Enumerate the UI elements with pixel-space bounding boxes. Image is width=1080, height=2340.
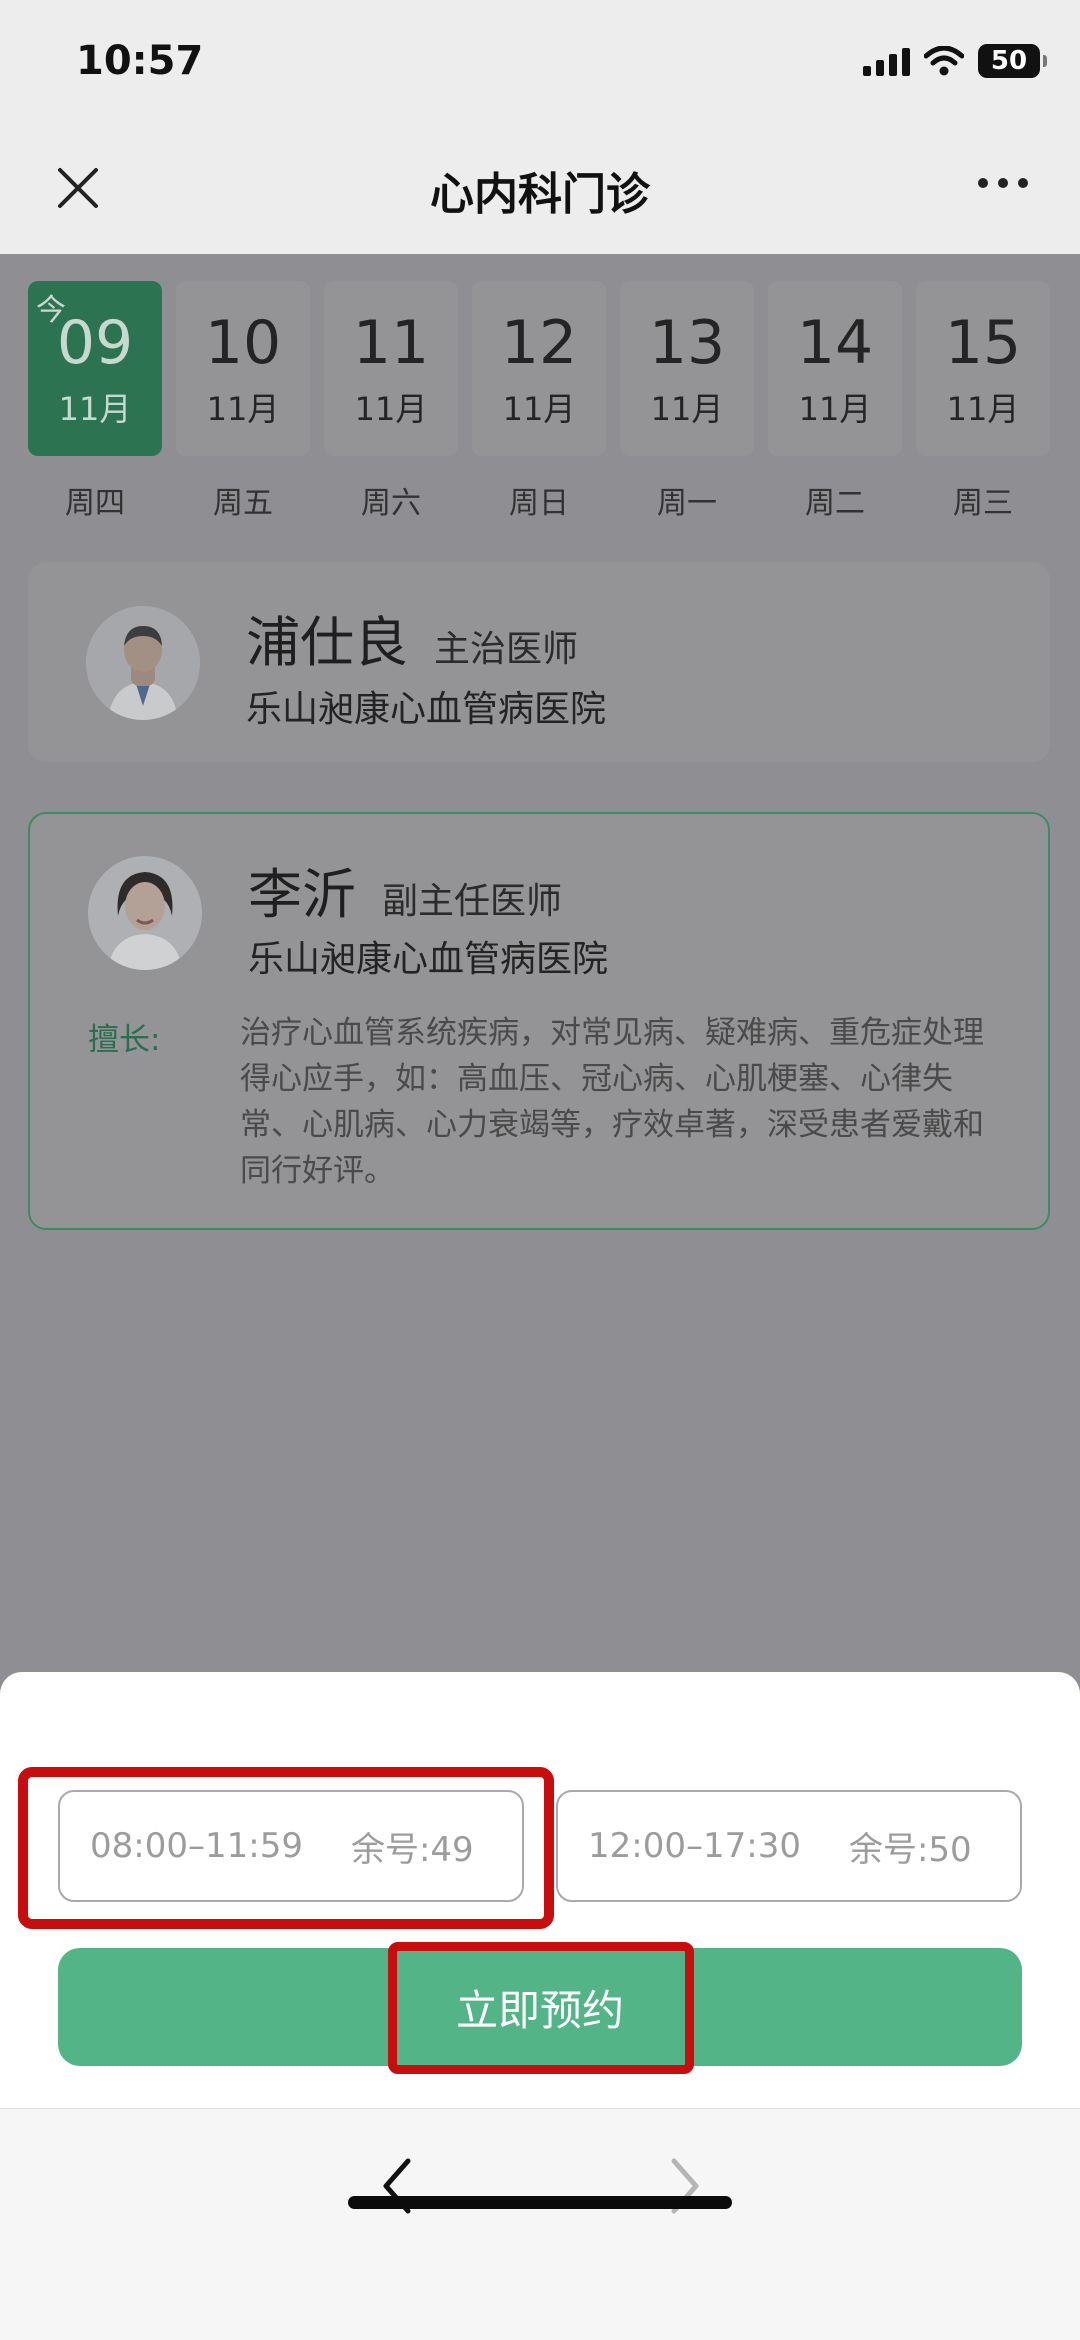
status-time: 10:57: [76, 38, 204, 84]
more-menu-icon[interactable]: [978, 178, 1028, 188]
date-item-14[interactable]: 14 11月 周二: [768, 281, 902, 522]
date-card[interactable]: 11 11月: [324, 281, 458, 456]
status-icons: 50: [863, 44, 1047, 78]
date-weekday: 周五: [213, 486, 273, 521]
date-day: 14: [796, 307, 874, 378]
wifi-icon: [924, 46, 964, 76]
date-day: 10: [204, 307, 282, 378]
browser-toolbar: [0, 2108, 1080, 2340]
date-item-15[interactable]: 15 11月 周三: [916, 281, 1050, 522]
doctor-title: 主治医师: [434, 629, 579, 670]
date-month: 11月: [502, 389, 576, 428]
date-item-11[interactable]: 11 11月 周六: [324, 281, 458, 522]
date-weekday: 周日: [509, 486, 569, 521]
date-card[interactable]: 今 09 11月: [28, 281, 162, 456]
doctor-hospital: 乐山昶康心血管病医院: [246, 689, 607, 730]
time-slot-afternoon[interactable]: 12:00–17:30 余号:50: [556, 1790, 1022, 1902]
date-month: 11月: [206, 389, 280, 428]
date-month: 11月: [798, 389, 872, 428]
doctor-avatar: [88, 856, 202, 970]
date-item-12[interactable]: 12 11月 周日: [472, 281, 606, 522]
date-day: 09: [56, 307, 134, 378]
date-card[interactable]: 12 11月: [472, 281, 606, 456]
date-month: 11月: [354, 389, 428, 428]
doctor-name-row: 李沂 副主任医师: [248, 850, 562, 929]
female-doctor-avatar-icon: [88, 856, 202, 970]
doctor-name-row: 浦仕良 主治医师: [246, 598, 578, 677]
doctor-title: 副主任医师: [382, 881, 563, 922]
date-item-10[interactable]: 10 11月 周五: [176, 281, 310, 522]
date-card[interactable]: 10 11月: [176, 281, 310, 456]
home-indicator[interactable]: [348, 2196, 732, 2209]
doctor-avatar: [86, 606, 200, 720]
male-doctor-avatar-icon: [86, 606, 200, 720]
date-weekday: 周六: [361, 486, 421, 521]
date-item-09[interactable]: 今 09 11月 周四: [28, 281, 162, 522]
date-item-13[interactable]: 13 11月 周一: [620, 281, 754, 522]
specialty-text: 治疗心血管系统疾病，对常见病、疑难病、重危症处理得心应手，如：高血压、冠心病、心…: [240, 1015, 984, 1189]
date-day: 12: [500, 307, 578, 378]
slot-time: 12:00–17:30: [588, 1826, 801, 1866]
date-month: 11月: [58, 389, 132, 428]
battery-icon: 50: [978, 44, 1047, 78]
specialty-label: 擅长:: [88, 1022, 161, 1058]
date-card[interactable]: 15 11月: [916, 281, 1050, 456]
slot-highlight-box: [18, 1767, 554, 1929]
date-month: 11月: [946, 389, 1020, 428]
button-highlight-box: [388, 1942, 694, 2074]
date-weekday: 周一: [657, 486, 717, 521]
doctor-card[interactable]: 浦仕良 主治医师 乐山昶康心血管病医院: [28, 562, 1050, 762]
date-selector: 今 09 11月 周四 10 11月 周五 11 11月 周六 12 11月 周…: [28, 281, 1052, 522]
forward-arrow-icon[interactable]: [660, 2151, 710, 2221]
battery-level: 50: [990, 46, 1028, 76]
top-header: 10:57 50 心内科门诊: [0, 0, 1080, 254]
back-arrow-icon[interactable]: [372, 2151, 422, 2221]
date-day: 11: [352, 307, 430, 378]
today-mark: 今: [36, 293, 66, 328]
booking-sheet: 08:00–11:59 余号:49 12:00–17:30 余号:50 立即预约: [0, 1672, 1080, 2108]
date-weekday: 周四: [65, 486, 125, 521]
date-day: 15: [944, 307, 1022, 378]
doctor-card-selected[interactable]: 李沂 副主任医师 乐山昶康心血管病医院 擅长: 治疗心血管系统疾病，对常见病、疑难…: [28, 812, 1050, 1230]
date-card[interactable]: 13 11月: [620, 281, 754, 456]
date-weekday: 周三: [953, 486, 1013, 521]
cellular-signal-icon: [863, 46, 910, 76]
date-day: 13: [648, 307, 726, 378]
doctor-name: 浦仕良: [246, 611, 408, 674]
slot-remaining: 余号:50: [848, 1829, 972, 1870]
page-title: 心内科门诊: [430, 169, 650, 220]
date-month: 11月: [650, 389, 724, 428]
doctor-name: 李沂: [248, 863, 356, 926]
date-card[interactable]: 14 11月: [768, 281, 902, 456]
date-weekday: 周二: [805, 486, 865, 521]
doctor-hospital: 乐山昶康心血管病医院: [248, 939, 609, 980]
